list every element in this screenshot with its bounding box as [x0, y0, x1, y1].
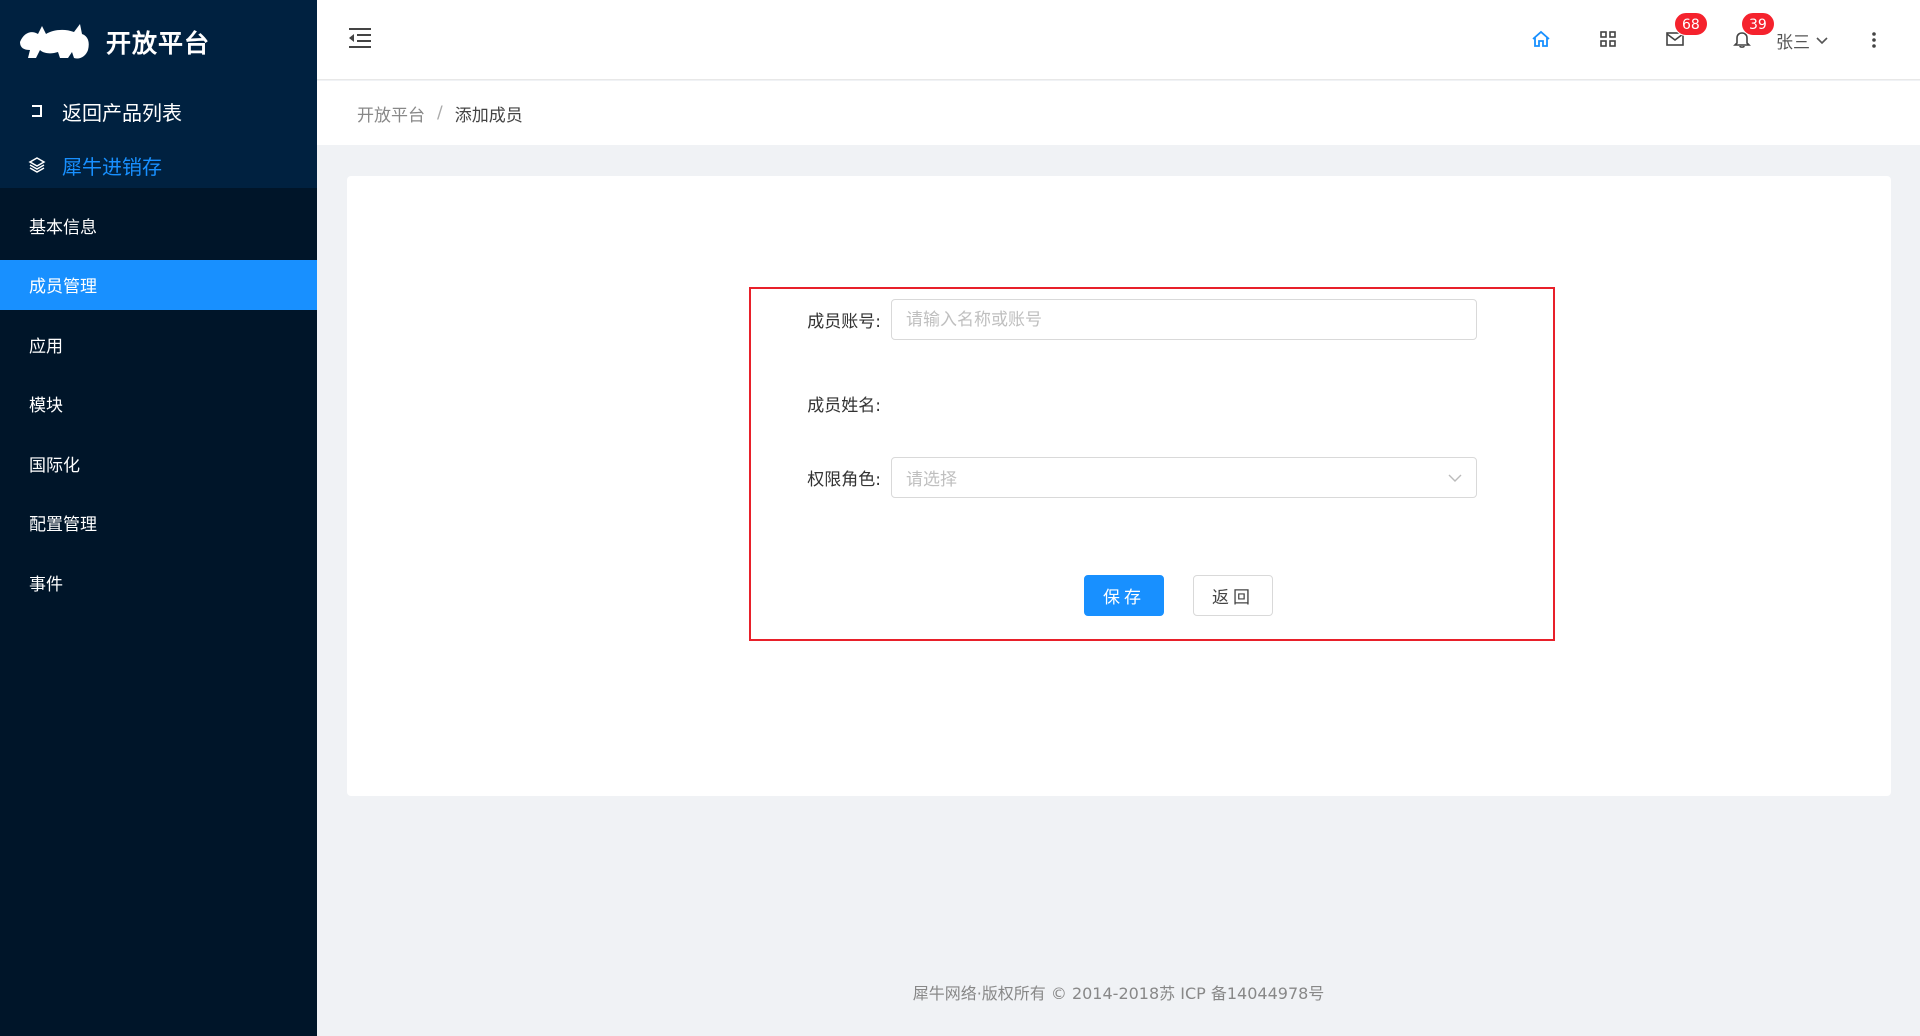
home-icon[interactable] — [1530, 28, 1552, 50]
role-select[interactable]: 请选择 — [891, 457, 1477, 498]
sidebar-item-apps[interactable]: 应用 — [0, 319, 317, 369]
name-row: 成员姓名: — [751, 383, 891, 424]
account-row: 成员账号: — [751, 299, 1477, 340]
chevron-down-icon — [1448, 474, 1462, 482]
footer-copyright: 犀牛网络·版权所有 © 2014-2018苏 ICP 备14044978号 — [912, 984, 1325, 1003]
back-to-products-link[interactable]: 返回产品列表 — [0, 84, 317, 138]
account-input[interactable] — [891, 299, 1477, 340]
mail-icon[interactable]: 68 — [1664, 12, 1708, 50]
sidebar-item-basic-info[interactable]: 基本信息 — [0, 200, 317, 250]
product-label: 犀牛进销存 — [62, 154, 162, 179]
role-select-placeholder: 请选择 — [906, 470, 957, 490]
back-to-products-label: 返回产品列表 — [62, 100, 182, 125]
content-card: 成员账号: 成员姓名: 权限角色: 请选择 保存 返回 — [347, 176, 1891, 796]
breadcrumb-current: 添加成员 — [454, 105, 523, 126]
apps-grid-icon[interactable] — [1597, 28, 1619, 50]
user-dropdown[interactable]: 张三 — [1776, 28, 1828, 53]
sidebar-item-config[interactable]: 配置管理 — [0, 498, 317, 548]
notification-count-badge: 39 — [1741, 12, 1775, 36]
logo[interactable]: 开放平台 — [0, 0, 317, 84]
top-header: 68 39 张三 — [317, 0, 1920, 80]
save-button[interactable]: 保存 — [1084, 575, 1164, 616]
layers-icon — [28, 156, 46, 174]
sidebar-menu: 基本信息 成员管理 应用 模块 国际化 配置管理 事件 — [0, 200, 317, 607]
account-label: 成员账号: — [807, 312, 881, 332]
back-button[interactable]: 返回 — [1193, 575, 1273, 616]
breadcrumb-root[interactable]: 开放平台 — [357, 101, 425, 126]
user-name: 张三 — [1776, 33, 1810, 53]
mail-count-badge: 68 — [1674, 12, 1708, 36]
chevron-down-icon — [1816, 36, 1828, 44]
sidebar-item-events[interactable]: 事件 — [0, 557, 317, 607]
app-title: 开放平台 — [106, 29, 211, 58]
name-label: 成员姓名: — [807, 396, 881, 416]
role-row: 权限角色: 请选择 — [751, 457, 1477, 498]
sidebar: 开放平台 返回产品列表 犀牛进销存 基本信息 成员管理 应用 模块 国际化 配置… — [0, 0, 317, 1036]
sidebar-header: 开放平台 返回产品列表 犀牛进销存 — [0, 0, 317, 188]
return-icon — [28, 102, 46, 120]
sidebar-item-modules[interactable]: 模块 — [0, 379, 317, 429]
bell-icon[interactable]: 39 — [1731, 12, 1775, 50]
sidebar-item-i18n[interactable]: 国际化 — [0, 438, 317, 488]
breadcrumb-separator: / — [437, 103, 443, 123]
menu-fold-icon[interactable] — [347, 26, 373, 50]
product-link[interactable]: 犀牛进销存 — [0, 138, 317, 192]
rhino-logo-icon — [20, 24, 89, 59]
more-vertical-icon[interactable] — [1864, 28, 1884, 52]
breadcrumb: 开放平台 / 添加成员 — [317, 81, 1920, 145]
add-member-form: 成员账号: 成员姓名: 权限角色: 请选择 保存 返回 — [749, 287, 1555, 641]
sidebar-item-members[interactable]: 成员管理 — [0, 259, 317, 310]
role-label: 权限角色: — [807, 470, 881, 490]
